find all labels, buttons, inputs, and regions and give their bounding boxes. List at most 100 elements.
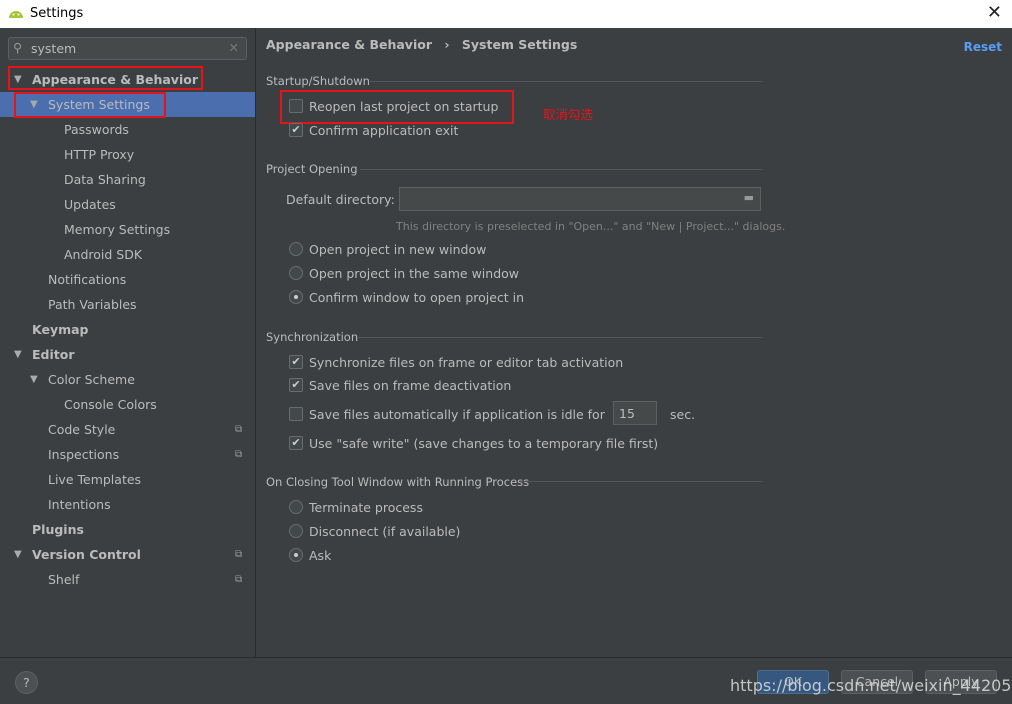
default-directory-input[interactable]: ▬ — [399, 187, 761, 211]
sidebar-item-label: Live Templates — [48, 472, 142, 487]
sidebar-item-label: Intentions — [48, 497, 111, 512]
divider — [360, 169, 762, 170]
sync-files-label[interactable]: Synchronize files on frame or editor tab… — [309, 355, 623, 370]
sidebar-item[interactable]: Plugins — [0, 517, 255, 542]
search-input[interactable]: ⚲ system ✕ — [8, 37, 247, 60]
sidebar-item-label: Plugins — [32, 522, 84, 537]
expand-arrow-icon[interactable]: ▼ — [14, 542, 22, 567]
save-idle-label[interactable]: Save files automatically if application … — [309, 407, 605, 422]
reset-link[interactable]: Reset — [964, 40, 1002, 54]
sidebar-item[interactable]: Live Templates — [0, 467, 255, 492]
search-icon: ⚲ — [13, 40, 23, 55]
sidebar-item[interactable]: ▼ Editor — [0, 342, 255, 367]
sidebar-item[interactable]: Memory Settings — [0, 217, 255, 242]
breadcrumb-current: System Settings — [461, 37, 578, 52]
sidebar-item-label: Console Colors — [64, 397, 157, 412]
sidebar-item-label: Passwords — [64, 122, 129, 137]
project-scope-icon: ⧉ — [235, 549, 243, 560]
divider — [520, 481, 762, 482]
sidebar-item-label: Updates — [64, 197, 116, 212]
search-value[interactable]: system — [31, 41, 76, 56]
clear-search-icon[interactable]: ✕ — [229, 40, 239, 55]
highlight-box — [8, 66, 203, 90]
folder-icon[interactable]: ▬ — [744, 191, 754, 204]
section-startup: Startup/Shutdown — [266, 74, 370, 88]
safe-write-checkbox[interactable]: ✔ — [289, 436, 303, 450]
close-icon[interactable]: ✕ — [987, 2, 1002, 23]
sync-files-checkbox[interactable]: ✔ — [289, 355, 303, 369]
sidebar-item[interactable]: Passwords — [0, 117, 255, 142]
safe-write-label[interactable]: Use "safe write" (save changes to a temp… — [309, 436, 658, 451]
sidebar-item-label: Shelf — [48, 572, 80, 587]
radio-label[interactable]: Ask — [309, 548, 331, 563]
sidebar-item[interactable]: Intentions — [0, 492, 255, 517]
dialog-footer: ? OK Cancel Apply https://blog.csdn.net/… — [0, 657, 1012, 704]
section-project-opening: Project Opening — [266, 162, 358, 176]
highlight-box — [280, 90, 514, 124]
section-synchronization: Synchronization — [266, 330, 359, 344]
project-scope-icon: ⧉ — [235, 424, 243, 435]
sidebar-item[interactable]: Path Variables — [0, 292, 255, 317]
sidebar-item[interactable]: ▼ Color Scheme — [0, 367, 255, 392]
radio-same-window[interactable] — [289, 266, 303, 280]
android-icon — [9, 11, 23, 18]
radio-label[interactable]: Disconnect (if available) — [309, 524, 460, 539]
radio-ask[interactable] — [289, 548, 303, 562]
sidebar-item[interactable]: Console Colors — [0, 392, 255, 417]
radio-terminate[interactable] — [289, 500, 303, 514]
radio-label[interactable]: Open project in the same window — [309, 266, 519, 281]
radio-new-window[interactable] — [289, 242, 303, 256]
save-deactivation-checkbox[interactable]: ✔ — [289, 378, 303, 392]
help-button[interactable]: ? — [15, 671, 38, 694]
divider — [358, 337, 762, 338]
default-directory-label: Default directory: — [286, 192, 395, 207]
expand-arrow-icon[interactable]: ▼ — [14, 342, 22, 367]
radio-disconnect[interactable] — [289, 524, 303, 538]
settings-tree: ⚲ system ✕ ▼ Appearance & Behavior ▼ System… — [0, 28, 256, 657]
sidebar-item[interactable]: HTTP Proxy — [0, 142, 255, 167]
section-closing-tool-window: On Closing Tool Window with Running Proc… — [266, 475, 530, 489]
sidebar-item[interactable]: Inspections ⧉ — [0, 442, 255, 467]
radio-label[interactable]: Confirm window to open project in — [309, 290, 524, 305]
sidebar-item-label: Color Scheme — [48, 372, 135, 387]
breadcrumb-separator: › — [444, 37, 450, 52]
sidebar-item[interactable]: Notifications — [0, 267, 255, 292]
title-bar: Settings ✕ — [0, 0, 1012, 28]
window-title: Settings — [30, 6, 84, 21]
idle-seconds-value[interactable]: 15 — [619, 406, 635, 421]
sidebar-item[interactable]: Shelf ⧉ — [0, 567, 255, 592]
project-scope-icon: ⧉ — [235, 449, 243, 460]
expand-arrow-icon[interactable]: ▼ — [30, 367, 38, 392]
sidebar-item-label: Notifications — [48, 272, 127, 287]
radio-label[interactable]: Open project in new window — [309, 242, 486, 257]
sidebar-item[interactable]: ▼ Version Control ⧉ — [0, 542, 255, 567]
directory-hint: This directory is preselected in "Open..… — [396, 220, 786, 233]
save-deactivation-label[interactable]: Save files on frame deactivation — [309, 378, 511, 393]
sidebar-item-label: Android SDK — [64, 247, 143, 262]
breadcrumb-parent[interactable]: Appearance & Behavior — [266, 37, 432, 52]
watermark: https://blog.csdn.net/weixin_44205779 — [730, 676, 1012, 695]
divider — [370, 81, 762, 82]
breadcrumb: Appearance & Behavior › System Settings — [266, 37, 577, 52]
sidebar-item-label: Memory Settings — [64, 222, 171, 237]
annotation: 取消勾选 — [543, 107, 594, 122]
sidebar-item-label: Path Variables — [48, 297, 137, 312]
project-scope-icon: ⧉ — [235, 574, 243, 585]
sidebar-item[interactable]: Updates — [0, 192, 255, 217]
radio-confirm-window[interactable] — [289, 290, 303, 304]
sidebar-item-label: Version Control — [32, 547, 141, 562]
idle-seconds-input[interactable]: 15 — [613, 401, 657, 425]
radio-label[interactable]: Terminate process — [309, 500, 423, 515]
confirm-exit-label[interactable]: Confirm application exit — [309, 123, 458, 138]
sidebar-item-label: Data Sharing — [64, 172, 146, 187]
sidebar-item[interactable]: Keymap — [0, 317, 255, 342]
sidebar-item-label: Code Style — [48, 422, 116, 437]
sidebar-item-label: HTTP Proxy — [64, 147, 135, 162]
save-idle-checkbox[interactable] — [289, 407, 303, 421]
sidebar-item[interactable]: Android SDK — [0, 242, 255, 267]
sidebar-item-label: Inspections — [48, 447, 120, 462]
confirm-exit-checkbox[interactable]: ✔ — [289, 123, 303, 137]
sidebar-item[interactable]: Data Sharing — [0, 167, 255, 192]
sidebar-item[interactable]: Code Style ⧉ — [0, 417, 255, 442]
idle-unit-label: sec. — [670, 407, 696, 422]
